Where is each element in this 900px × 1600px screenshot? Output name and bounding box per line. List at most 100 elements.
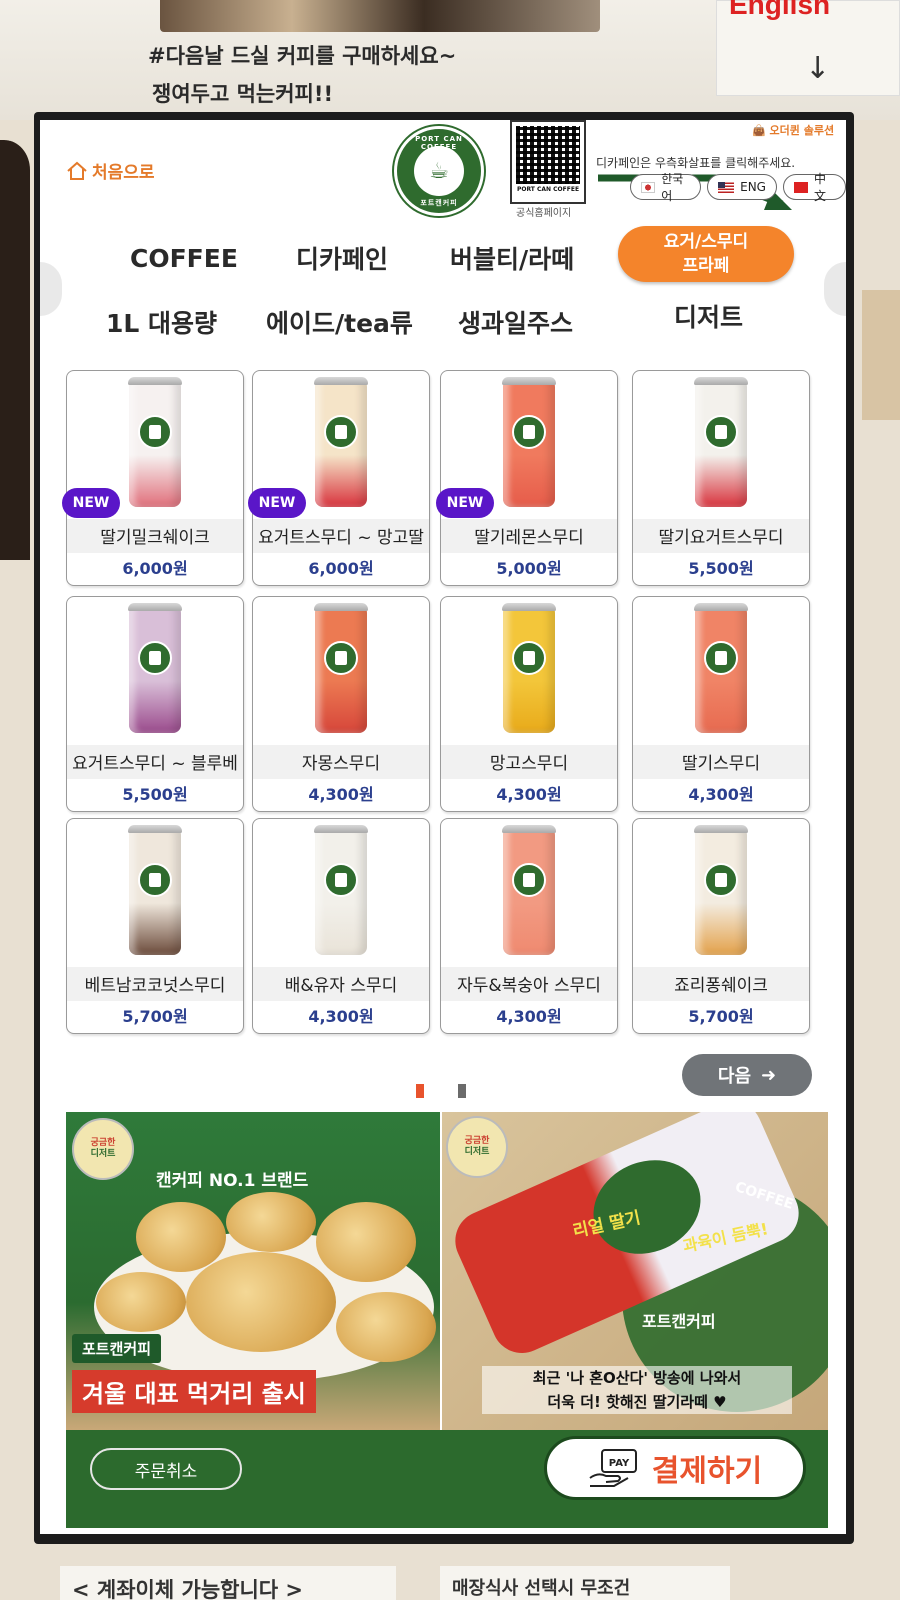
lang-button-korean[interactable]: 한국어 [630,172,702,203]
product-price: 6,000원 [122,559,188,578]
bank-transfer-sign: < 계좌이체 가능합니다 > [60,1566,396,1600]
category-prev-button[interactable] [40,262,62,316]
fish-bread-image [336,1292,436,1362]
arrow-right-icon: ➜ [761,1064,777,1086]
lang-button-english[interactable]: ENG [707,174,777,200]
caption-line2: 더욱 더! 핫해진 딸기라떼 ♥ [482,1390,792,1414]
right-poster [862,290,900,420]
can-logo-icon [324,863,358,897]
product-image [314,603,368,733]
product-price: 5,000원 [496,559,562,578]
banner-title: 겨울 대표 먹거리 출시 [72,1370,316,1413]
logo-text-bottom: 포트캔커피 [420,199,458,207]
checkout-label: 결제하기 [651,1454,763,1489]
dessert-logo-line2: 디저트 [464,1147,490,1157]
promo-banner-strawberry-latte[interactable]: 궁금한 디저트 리얼 딸기 과육이 듬뿍! COFFEE 포트캔커피 최근 '나… [442,1112,828,1430]
product-image [128,603,182,733]
cancel-order-button[interactable]: 주문취소 [90,1448,242,1490]
product-card[interactable]: 요거트스무디 ~ 블루베 5,500원 [66,596,244,812]
hotteok-image [186,1252,336,1352]
product-price: 4,300원 [496,1007,562,1026]
category-1l-large[interactable]: 1L 대용량 [106,304,217,340]
caption-line1: 최근 '나 혼O산다' 방송에 나와서 [532,1369,742,1387]
qr-caption: PORT CAN COFFEE [516,186,580,193]
product-price: 4,300원 [308,1007,374,1026]
brand-logo: PORT CAN COFFEE ☕ 포트캔커피 [394,126,484,216]
fish-bread-image [96,1272,186,1332]
category-next-button[interactable] [824,262,846,316]
product-card[interactable]: 자두&복숭아 스무디 4,300원 [440,818,618,1034]
product-card[interactable]: 죠리퐁쉐이크 5,700원 [632,818,810,1034]
product-price: 6,000원 [308,559,374,578]
product-name: 딸기레몬스무디 [474,528,584,548]
can-logo-icon [704,863,738,897]
product-name: 요거트스무디 ~ 망고딸 [258,528,424,548]
category-fresh-juice[interactable]: 생과일주스 [458,304,573,340]
banner-headline: 캔커피 NO.1 브랜드 [156,1171,309,1191]
qr-code[interactable]: PORT CAN COFFEE [510,120,586,204]
category-dessert[interactable]: 디저트 [674,298,743,334]
product-card[interactable]: 자몽스무디 4,300원 [252,596,430,812]
category-bubble-tea-latte[interactable]: 버블티/라떼 [450,240,574,276]
english-sign-text: English [729,0,831,20]
category-active-line2: 프라페 [682,256,730,276]
china-flag-icon [793,181,808,193]
checkout-button[interactable]: PAY 결제하기 [544,1436,806,1500]
product-card[interactable]: 요거트스무디 ~ 망고딸 6,000원 [252,370,430,586]
new-badge: NEW [62,488,120,518]
kiosk-screen: 처음으로 PORT CAN COFFEE ☕ 포트캔커피 PORT CAN CO… [40,120,846,1534]
us-flag-icon [718,181,735,193]
lang-button-chinese[interactable]: 中文 [782,172,846,203]
product-name: 요거트스무디 ~ 블루베 [72,754,238,774]
product-name: 딸기요거트스무디 [658,528,784,548]
product-name: 자두&복숭아 스무디 [457,976,601,996]
lang-label: 中文 [813,172,826,203]
product-image [128,825,182,955]
product-price: 5,700원 [688,1007,754,1026]
product-card[interactable]: 망고스무디 4,300원 [440,596,618,812]
product-image [502,377,556,507]
lang-label: ENG [740,180,766,194]
product-card[interactable]: 딸기밀크쉐이크 6,000원 [66,370,244,586]
bun-image [316,1202,416,1282]
next-page-button[interactable]: 다음 ➜ [682,1054,812,1096]
product-card[interactable]: 배&유자 스무디 4,300원 [252,818,430,1034]
can-logo-icon [138,641,172,675]
caption-line2-text: 더욱 더! 핫해진 딸기라떼 [547,1393,708,1411]
product-image [502,603,556,733]
bun-image [136,1202,226,1272]
product-name: 딸기스무디 [681,754,761,774]
home-button[interactable]: 처음으로 [66,158,155,183]
qr-label: 공식홈페이지 [516,208,572,219]
product-image [314,825,368,955]
product-card[interactable]: 베트남코코넛스무디 5,700원 [66,818,244,1034]
category-coffee[interactable]: COFFEE [130,244,238,273]
korea-flag-icon [641,181,656,193]
brand-tag: 포트캔커피 [72,1334,162,1363]
product-card[interactable]: 딸기스무디 4,300원 [632,596,810,812]
product-image [694,603,748,733]
home-label: 처음으로 [92,163,155,183]
sticker-photo [160,0,600,32]
heart-icon: ♥ [713,1393,727,1411]
can-logo-icon [512,641,546,675]
dessert-logo: 궁금한 디저트 [446,1116,508,1178]
category-yogurt-smoothie-frappe[interactable]: 요거/스무디 프라페 [618,226,794,282]
promo-banner-dessert[interactable]: 궁금한 디저트 캔커피 NO.1 브랜드 포트캔커피 겨울 대표 먹거리 출시 [66,1112,440,1430]
down-arrow-icon: ↓ [805,51,831,86]
coffee-pot-icon: ☕ [414,146,464,196]
product-price: 5,500원 [688,559,754,578]
category-decaf[interactable]: 디카페인 [296,240,388,276]
product-card[interactable]: 딸기레몬스무디 5,000원 [440,370,618,586]
product-price: 4,300원 [496,785,562,804]
product-name: 딸기밀크쉐이크 [100,528,210,548]
dine-in-sign: 매장식사 선택시 무조건 [440,1566,730,1600]
bun-image [226,1192,316,1252]
product-name: 죠리퐁쉐이크 [674,976,768,996]
solution-badge: 👜 오더퀸 솔루션 [752,122,834,138]
lang-label: 한국어 [661,172,684,203]
can-logo-icon [704,641,738,675]
category-ade-tea[interactable]: 에이드/tea류 [266,304,413,340]
product-card[interactable]: 딸기요거트스무디 5,500원 [632,370,810,586]
page-indicator-active [416,1084,424,1098]
